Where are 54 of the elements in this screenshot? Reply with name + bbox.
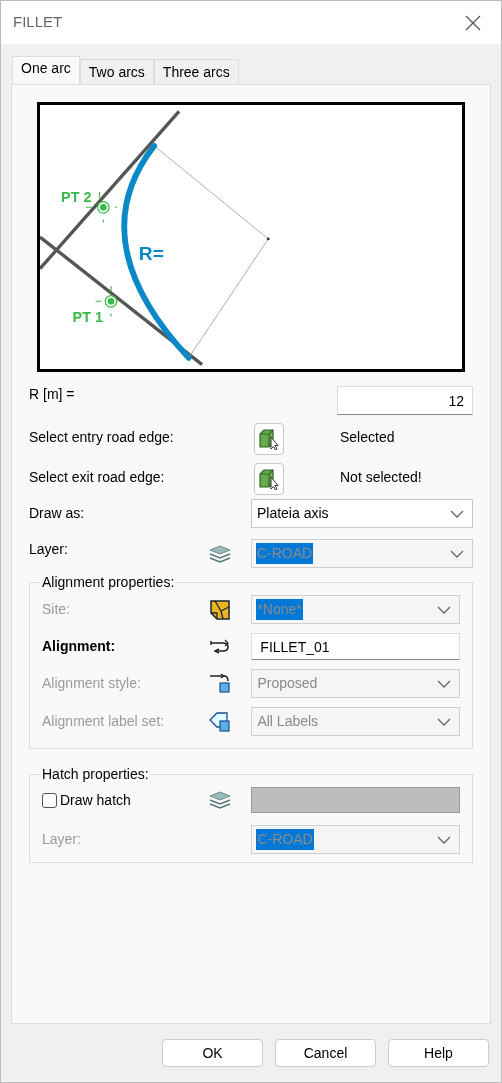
dropdown-value: Plateia axis (255, 504, 330, 523)
dialog-button[interactable]: Cancel (275, 1039, 376, 1067)
dropdown-value: Proposed (256, 674, 319, 693)
field-label: Select entry road edge: (29, 428, 175, 447)
style-icon (209, 672, 232, 695)
diagram-label: PT 2 (61, 189, 92, 206)
chevron-down-icon (450, 509, 464, 518)
pick-button[interactable] (254, 423, 284, 455)
checkbox[interactable] (42, 792, 57, 808)
cube-cursor-icon (258, 428, 280, 450)
status-text: Not selected! (340, 468, 422, 487)
chevron-down-icon (450, 549, 464, 558)
field-label: Layer: (42, 830, 82, 849)
field-label: Select exit road edge: (29, 468, 166, 487)
dropdown-value: *None* (256, 599, 303, 620)
dropdown-value: All Labels (256, 712, 320, 731)
field-label: Alignment style: (42, 674, 142, 693)
tab[interactable]: Three arcs (153, 59, 239, 84)
dropdown-value: C-ROAD (256, 829, 314, 850)
layers-icon (209, 791, 232, 809)
window-title: FILLET (13, 12, 63, 33)
cube-cursor-icon (258, 468, 280, 490)
chevron-down-icon (437, 679, 451, 688)
dialog-button[interactable]: Help (388, 1039, 489, 1067)
tab[interactable]: One arc (12, 56, 80, 84)
field-label: Alignment: (42, 637, 117, 656)
chevron-down-icon (437, 717, 451, 726)
close-icon[interactable] (465, 14, 481, 31)
site-map-icon (209, 598, 232, 621)
radius-field[interactable]: 12 (337, 386, 473, 415)
dropdown[interactable]: Plateia axis (250, 499, 473, 528)
layers-icon (208, 544, 231, 563)
field-label: Draw as: (29, 504, 86, 523)
arrows-icon (209, 638, 232, 655)
point-marker (85, 191, 118, 224)
field-label: Layer: (29, 540, 69, 559)
dropdown-value: C-ROAD (255, 543, 314, 564)
group-title: Hatch properties: (40, 765, 151, 783)
diagram-label: R= (138, 243, 164, 264)
field-label: Site: (42, 600, 71, 619)
alignment-name-field[interactable]: FILLET_01 (251, 633, 460, 660)
pick-button[interactable] (254, 463, 284, 495)
chevron-down-icon (437, 835, 451, 844)
color-swatch[interactable] (251, 787, 460, 813)
status-text: Selected (340, 428, 395, 447)
dialog-button[interactable]: OK (162, 1039, 263, 1067)
chevron-down-icon (437, 605, 451, 614)
label-tag-icon (209, 710, 232, 733)
field-label: R [m] = (29, 385, 75, 404)
checkbox-label: Draw hatch (60, 790, 131, 810)
tab[interactable]: Two arcs (79, 59, 154, 84)
diagram-label: PT 1 (72, 309, 103, 326)
group-title: Alignment properties: (40, 573, 177, 591)
field-label: Alignment label set: (42, 712, 166, 731)
